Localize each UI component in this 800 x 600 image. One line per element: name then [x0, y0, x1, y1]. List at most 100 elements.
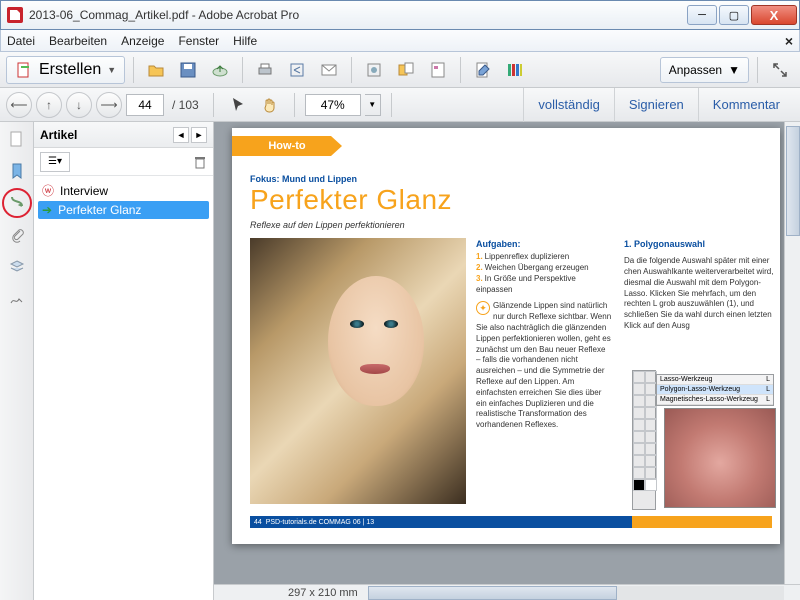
- article-label: Interview: [60, 184, 108, 198]
- last-page-button[interactable]: ⟶: [96, 92, 122, 118]
- photoshop-tools-palette: [632, 370, 656, 510]
- envelope-icon: [320, 61, 338, 79]
- panel-next-button[interactable]: ►: [191, 127, 207, 143]
- status-bar: 297 x 210 mm: [214, 584, 800, 600]
- open-button[interactable]: [142, 57, 170, 83]
- select-tool-button[interactable]: [224, 92, 252, 118]
- portrait-photo: [250, 238, 466, 504]
- tip-circle-icon: ✦: [476, 301, 490, 315]
- share-button[interactable]: [283, 57, 311, 83]
- email-button[interactable]: [315, 57, 343, 83]
- menu-bearbeiten[interactable]: Bearbeiten: [49, 34, 107, 48]
- lasso-tool-flyout: Lasso-WerkzeugL Polygon-Lasso-WerkzeugL …: [656, 374, 774, 406]
- next-page-button[interactable]: ↓: [66, 92, 92, 118]
- menu-datei[interactable]: Datei: [7, 34, 35, 48]
- edit-text-icon: [474, 61, 492, 79]
- save-icon: [179, 61, 197, 79]
- attachments-tab[interactable]: [6, 224, 28, 246]
- print-button[interactable]: [251, 57, 279, 83]
- panel-title: Artikel: [40, 128, 77, 142]
- vertical-scrollbar[interactable]: [784, 122, 800, 584]
- nav-rail: [0, 122, 34, 600]
- article-item-interview[interactable]: ⓦ Interview: [38, 180, 209, 201]
- horizontal-scrollbar[interactable]: [368, 586, 784, 600]
- menu-hilfe[interactable]: Hilfe: [233, 34, 257, 48]
- article-bullet-icon: ⓦ: [42, 182, 54, 199]
- customize-label: Anpassen: [669, 63, 722, 77]
- articles-icon: [8, 194, 26, 212]
- main-toolbar: Erstellen ▼ Anpassen ▼: [0, 52, 800, 88]
- expand-icon: [771, 61, 789, 79]
- menu-anzeige[interactable]: Anzeige: [121, 34, 164, 48]
- maximize-button[interactable]: ▢: [719, 5, 749, 25]
- menu-bar: Datei Bearbeiten Anzeige Fenster Hilfe ×: [0, 30, 800, 52]
- document-view[interactable]: How-to Fokus: Mund und Lippen Perfekter …: [214, 122, 800, 600]
- cloud-button[interactable]: [206, 57, 234, 83]
- articles-tree: ⓦ Interview ➔ Perfekter Glanz: [34, 176, 213, 223]
- paperclip-icon: [9, 227, 25, 243]
- fullscreen-button[interactable]: [766, 57, 794, 83]
- column-polygon: 1. Polygonauswahl Da die folgende Auswah…: [624, 238, 774, 332]
- arrow-right-icon: ➔: [42, 203, 52, 217]
- column-aufgaben: Aufgaben: 1.Lippenreflex duplizieren 2.W…: [476, 238, 612, 431]
- article-item-perfekter-glanz[interactable]: ➔ Perfekter Glanz: [38, 201, 209, 219]
- layers-icon: [9, 259, 25, 275]
- customize-button[interactable]: Anpassen ▼: [660, 57, 749, 83]
- print-icon: [256, 61, 274, 79]
- close-button[interactable]: X: [751, 5, 797, 25]
- bookmarks-tab[interactable]: [6, 160, 28, 182]
- chevron-down-icon: ▼: [107, 65, 116, 75]
- page-dimensions-label: 297 x 210 mm: [214, 587, 368, 599]
- forms-icon: [429, 61, 447, 79]
- panel-toolbar: ☰▾: [34, 148, 213, 176]
- edit-text-button[interactable]: [469, 57, 497, 83]
- horizontal-scroll-thumb[interactable]: [368, 586, 618, 600]
- folder-open-icon: [147, 61, 165, 79]
- hand-tool-button[interactable]: [256, 92, 284, 118]
- save-button[interactable]: [174, 57, 202, 83]
- trash-icon[interactable]: [193, 155, 207, 169]
- combine-button[interactable]: [392, 57, 420, 83]
- thumbnails-tab[interactable]: [6, 128, 28, 150]
- page-number-input[interactable]: [126, 94, 164, 116]
- forms-button[interactable]: [424, 57, 452, 83]
- articles-tab[interactable]: [6, 192, 28, 214]
- page-total-label: / 103: [172, 98, 199, 112]
- signatures-tab[interactable]: [6, 288, 28, 310]
- menubar-close-icon[interactable]: ×: [785, 33, 793, 49]
- subheadline: Reflexe auf den Lippen perfektionieren: [250, 220, 405, 230]
- polygon-heading: 1. Polygonauswahl: [624, 238, 774, 250]
- first-page-button[interactable]: ⟵: [6, 92, 32, 118]
- title-bar: 2013-06_Commag_Artikel.pdf - Adobe Acrob…: [0, 0, 800, 30]
- signieren-button[interactable]: Signieren: [614, 88, 698, 122]
- page-thumbnails-icon: [9, 131, 25, 147]
- combine-icon: [397, 61, 415, 79]
- panel-header: Artikel ◄ ►: [34, 122, 213, 148]
- prev-page-button[interactable]: ↑: [36, 92, 62, 118]
- layers-tab[interactable]: [6, 256, 28, 278]
- zoom-dropdown-button[interactable]: ▼: [365, 94, 381, 116]
- color-bars-icon: [506, 61, 524, 79]
- panel-options-button[interactable]: ☰▾: [40, 152, 70, 172]
- work-area: Artikel ◄ ► ☰▾ ⓦ Interview ➔ Perfekter G…: [0, 122, 800, 600]
- chevron-down-icon: ▼: [728, 63, 740, 77]
- articles-panel: Artikel ◄ ► ☰▾ ⓦ Interview ➔ Perfekter G…: [34, 122, 214, 600]
- bookmark-icon: [9, 163, 25, 179]
- vollstaendig-button[interactable]: vollständig: [523, 88, 613, 122]
- menu-fenster[interactable]: Fenster: [178, 34, 219, 48]
- color-button[interactable]: [501, 57, 529, 83]
- window-title: 2013-06_Commag_Artikel.pdf - Adobe Acrob…: [29, 8, 687, 22]
- lips-closeup-image: [664, 408, 776, 508]
- create-label: Erstellen: [39, 61, 101, 79]
- kommentar-button[interactable]: Kommentar: [698, 88, 794, 122]
- create-button[interactable]: Erstellen ▼: [6, 56, 125, 84]
- zoom-input[interactable]: [305, 94, 361, 116]
- panel-prev-button[interactable]: ◄: [173, 127, 189, 143]
- vertical-scroll-thumb[interactable]: [786, 126, 800, 236]
- headline: Perfekter Glanz: [250, 184, 452, 216]
- scan-button[interactable]: [360, 57, 388, 83]
- article-label: Perfekter Glanz: [58, 203, 141, 217]
- pdf-page: How-to Fokus: Mund und Lippen Perfekter …: [232, 128, 780, 544]
- minimize-button[interactable]: ─: [687, 5, 717, 25]
- fokus-label: Fokus: Mund und Lippen: [250, 174, 357, 184]
